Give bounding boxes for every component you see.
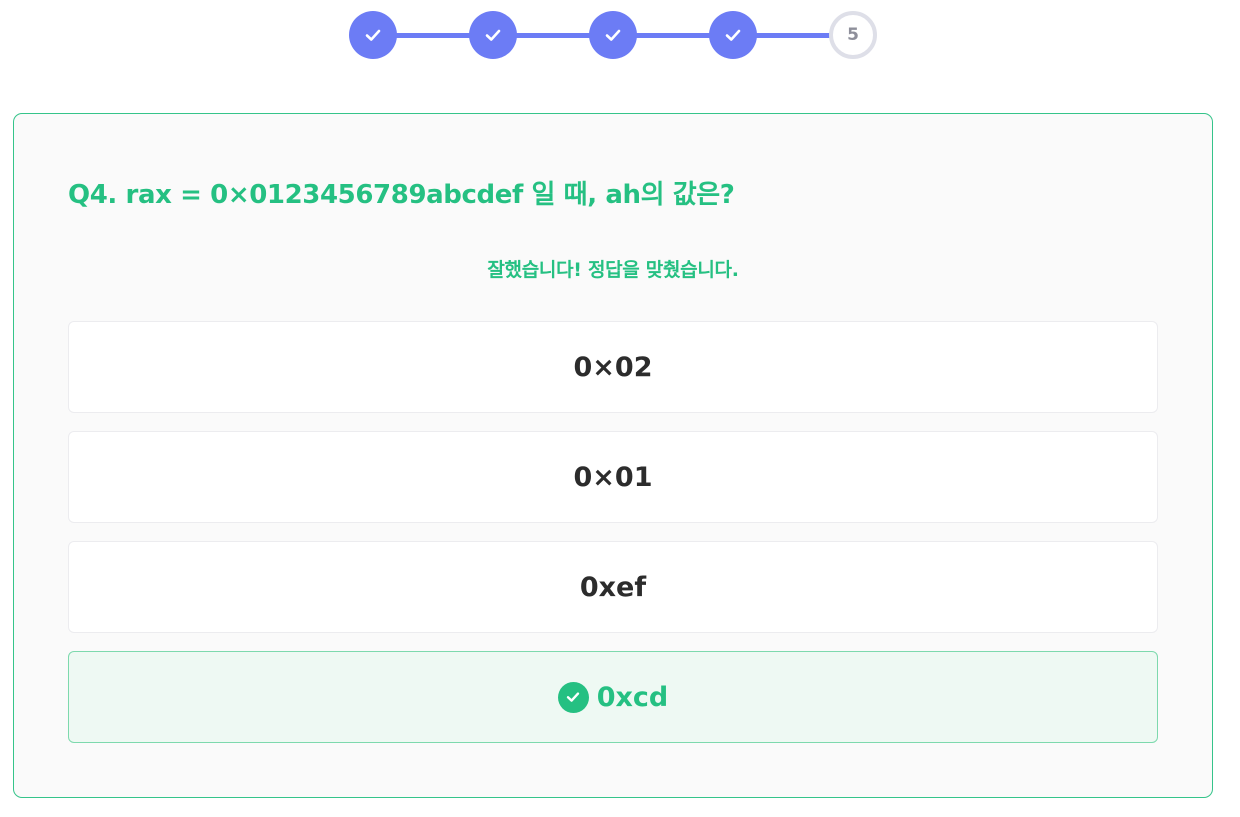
answer-option-label: 0xcd <box>596 681 669 713</box>
check-circle-icon <box>557 681 589 713</box>
step-3 <box>589 11 637 59</box>
step-5-label: 5 <box>847 25 859 45</box>
step-1 <box>349 11 397 59</box>
answer-option-label: 0xef <box>579 571 647 603</box>
answer-option-label: 0×02 <box>573 351 653 383</box>
progress-stepper: 5 <box>349 11 877 59</box>
check-icon <box>605 29 621 41</box>
step-5: 5 <box>829 11 877 59</box>
step-2 <box>469 11 517 59</box>
question-title: Q4. rax = 0×0123456789abcdef 일 때, ah의 값은… <box>68 180 735 210</box>
answer-option-2[interactable]: 0×01 <box>68 431 1158 523</box>
check-icon <box>725 29 741 41</box>
check-icon <box>485 29 501 41</box>
answer-option-4-correct[interactable]: 0xcd <box>68 651 1158 743</box>
answer-option-3[interactable]: 0xef <box>68 541 1158 633</box>
quiz-card: Q4. rax = 0×0123456789abcdef 일 때, ah의 값은… <box>13 113 1213 798</box>
feedback-message: 잘했습니다! 정답을 맞췄습니다. <box>487 259 739 281</box>
check-icon <box>365 29 381 41</box>
step-4 <box>709 11 757 59</box>
answer-option-1[interactable]: 0×02 <box>68 321 1158 413</box>
answer-option-label: 0×01 <box>573 461 653 493</box>
